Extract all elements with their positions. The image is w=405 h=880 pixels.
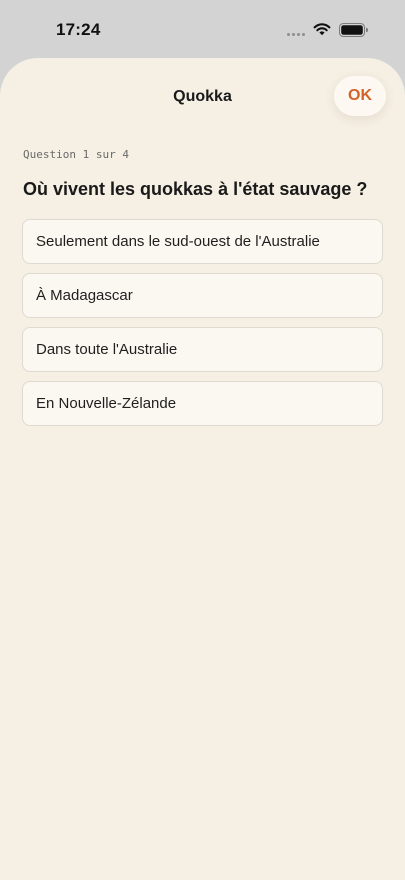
battery-icon [339,23,368,37]
status-bar: 17:24 [0,0,405,58]
answer-list: Seulement dans le sud-ouest de l'Austral… [22,219,383,435]
answer-option-1[interactable]: Seulement dans le sud-ouest de l'Austral… [22,219,383,264]
question-text: Où vivent les quokkas à l'état sauvage ? [23,179,368,199]
quiz-sheet: Quokka OK Question 1 sur 4 Où vivent les… [0,58,405,880]
wifi-icon [313,23,331,36]
ok-button[interactable]: OK [334,76,386,116]
question-counter: Question 1 sur 4 [23,148,129,161]
answer-option-2[interactable]: À Madagascar [22,273,383,318]
signal-dots-icon [287,33,309,36]
answer-option-4[interactable]: En Nouvelle-Zélande [22,381,383,426]
answer-option-3[interactable]: Dans toute l'Australie [22,327,383,372]
status-time: 17:24 [56,20,101,39]
